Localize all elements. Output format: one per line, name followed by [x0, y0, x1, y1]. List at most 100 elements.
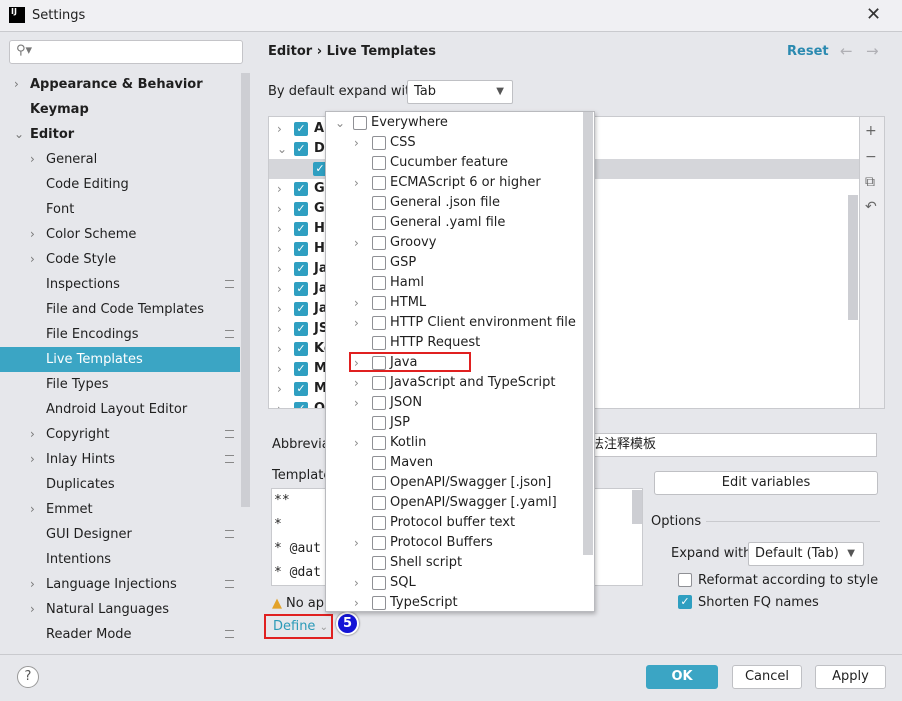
- chevron-right-icon[interactable]: ›: [354, 133, 359, 153]
- sidebar-item-appearance-behavior[interactable]: › Appearance & Behavior: [0, 72, 240, 97]
- sidebar-item-gui-designer[interactable]: GUI Designer: [0, 522, 240, 547]
- checkbox-checked[interactable]: ✓: [294, 322, 308, 336]
- chevron-right-icon[interactable]: ›: [354, 433, 359, 453]
- chevron-right-icon[interactable]: ›: [30, 247, 35, 272]
- popup-item-openapi-swagger-yaml-[interactable]: OpenAPI/Swagger [.yaml]: [326, 493, 584, 513]
- sidebar-item-inlay-hints[interactable]: › Inlay Hints: [0, 447, 240, 472]
- chevron-right-icon[interactable]: ›: [277, 239, 282, 259]
- close-icon[interactable]: ✕: [866, 4, 881, 25]
- checkbox[interactable]: [372, 576, 386, 590]
- chevron-right-icon[interactable]: ›: [354, 593, 359, 611]
- checkbox[interactable]: [372, 256, 386, 270]
- chevron-right-icon[interactable]: ›: [354, 313, 359, 333]
- chevron-right-icon[interactable]: ›: [30, 597, 35, 622]
- chevron-right-icon[interactable]: ›: [277, 259, 282, 279]
- chevron-right-icon[interactable]: ›: [30, 222, 35, 247]
- checkbox[interactable]: [372, 276, 386, 290]
- checkbox-checked[interactable]: ✓: [294, 242, 308, 256]
- sidebar-item-natural-languages[interactable]: › Natural Languages: [0, 597, 240, 622]
- checkbox[interactable]: [372, 416, 386, 430]
- checkbox-checked[interactable]: ✓: [294, 282, 308, 296]
- checkbox[interactable]: [372, 456, 386, 470]
- chevron-right-icon[interactable]: ›: [277, 179, 282, 199]
- popup-item-everywhere[interactable]: ⌄ Everywhere: [326, 113, 584, 133]
- default-expand-select[interactable]: Tab ▼: [407, 80, 513, 104]
- restore-icon[interactable]: ↶: [865, 199, 877, 215]
- sidebar-item-reader-mode[interactable]: Reader Mode: [0, 622, 240, 647]
- chevron-right-icon[interactable]: ›: [354, 573, 359, 593]
- checkbox[interactable]: [372, 296, 386, 310]
- description-input[interactable]: 法注释模板: [580, 433, 877, 457]
- popup-item-gsp[interactable]: GSP: [326, 253, 584, 273]
- sidebar-item-color-scheme[interactable]: › Color Scheme: [0, 222, 240, 247]
- popup-item-sql[interactable]: › SQL: [326, 573, 584, 593]
- popup-item-maven[interactable]: Maven: [326, 453, 584, 473]
- chevron-right-icon[interactable]: ›: [277, 399, 282, 408]
- chevron-right-icon[interactable]: ›: [30, 572, 35, 597]
- forward-arrow-icon[interactable]: →: [866, 42, 879, 60]
- checkbox-checked[interactable]: ✓: [294, 362, 308, 376]
- sidebar-item-live-templates[interactable]: Live Templates: [0, 347, 240, 372]
- popup-item-general-yaml-file[interactable]: General .yaml file: [326, 213, 584, 233]
- checkbox[interactable]: [372, 396, 386, 410]
- sidebar-scrollbar[interactable]: [241, 73, 250, 507]
- chevron-right-icon[interactable]: ›: [30, 422, 35, 447]
- checkbox-checked[interactable]: ✓: [294, 142, 308, 156]
- chevron-right-icon[interactable]: ›: [277, 219, 282, 239]
- chevron-right-icon[interactable]: ›: [277, 379, 282, 399]
- checkbox[interactable]: [372, 376, 386, 390]
- chevron-right-icon[interactable]: ›: [30, 447, 35, 472]
- checkbox[interactable]: [372, 596, 386, 610]
- edit-variables-button[interactable]: Edit variables: [654, 471, 878, 495]
- popup-item-json[interactable]: › JSON: [326, 393, 584, 413]
- back-arrow-icon[interactable]: ←: [840, 42, 853, 60]
- chevron-right-icon[interactable]: ›: [277, 279, 282, 299]
- checkbox[interactable]: [372, 556, 386, 570]
- chevron-right-icon[interactable]: ›: [277, 119, 282, 139]
- popup-item-http-request[interactable]: HTTP Request: [326, 333, 584, 353]
- chevron-down-icon[interactable]: ⌄: [14, 122, 24, 147]
- sidebar-item-inspections[interactable]: Inspections: [0, 272, 240, 297]
- popup-item-general-json-file[interactable]: General .json file: [326, 193, 584, 213]
- popup-item-http-client-environment-file[interactable]: › HTTP Client environment file: [326, 313, 584, 333]
- chevron-right-icon[interactable]: ›: [277, 299, 282, 319]
- chevron-right-icon[interactable]: ›: [354, 293, 359, 313]
- checkbox[interactable]: [372, 196, 386, 210]
- popup-item-ecmascript-6-or-higher[interactable]: › ECMAScript 6 or higher: [326, 173, 584, 193]
- popup-item-html[interactable]: › HTML: [326, 293, 584, 313]
- popup-item-typescript[interactable]: › TypeScript: [326, 593, 584, 611]
- checkbox[interactable]: [372, 496, 386, 510]
- breadcrumb-parent[interactable]: Editor: [268, 44, 312, 59]
- checkbox[interactable]: [372, 156, 386, 170]
- expand-with-select[interactable]: Default (Tab) ▼: [748, 542, 864, 566]
- sidebar-item-duplicates[interactable]: Duplicates: [0, 472, 240, 497]
- checkbox[interactable]: [372, 536, 386, 550]
- checkbox-checked[interactable]: ✓: [294, 342, 308, 356]
- checkbox[interactable]: [372, 436, 386, 450]
- checkbox-checked[interactable]: ✓: [294, 202, 308, 216]
- template-scrollbar[interactable]: [632, 490, 642, 524]
- help-icon[interactable]: ?: [17, 666, 39, 688]
- sidebar-item-general[interactable]: › General: [0, 147, 240, 172]
- checkbox[interactable]: [372, 476, 386, 490]
- chevron-right-icon[interactable]: ›: [277, 199, 282, 219]
- chevron-right-icon[interactable]: ›: [30, 497, 35, 522]
- chevron-right-icon[interactable]: ›: [277, 359, 282, 379]
- shorten-fq-checkbox[interactable]: ✓ Shorten FQ names: [678, 595, 819, 610]
- apply-button[interactable]: Apply: [815, 665, 886, 689]
- sidebar-item-file-encodings[interactable]: File Encodings: [0, 322, 240, 347]
- checkbox-checked[interactable]: ✓: [294, 302, 308, 316]
- sidebar-item-file-types[interactable]: File Types: [0, 372, 240, 397]
- ok-button[interactable]: OK: [646, 665, 718, 689]
- reset-button[interactable]: Reset: [787, 44, 829, 59]
- popup-item-protocol-buffers[interactable]: › Protocol Buffers: [326, 533, 584, 553]
- checkbox[interactable]: [372, 516, 386, 530]
- popup-item-openapi-swagger-json-[interactable]: OpenAPI/Swagger [.json]: [326, 473, 584, 493]
- checkbox[interactable]: [678, 573, 692, 587]
- chevron-right-icon[interactable]: ›: [14, 72, 19, 97]
- checkbox[interactable]: [372, 136, 386, 150]
- chevron-right-icon[interactable]: ›: [277, 339, 282, 359]
- remove-icon[interactable]: −: [865, 149, 877, 165]
- reformat-checkbox[interactable]: Reformat according to style: [678, 573, 878, 588]
- checkbox[interactable]: [372, 336, 386, 350]
